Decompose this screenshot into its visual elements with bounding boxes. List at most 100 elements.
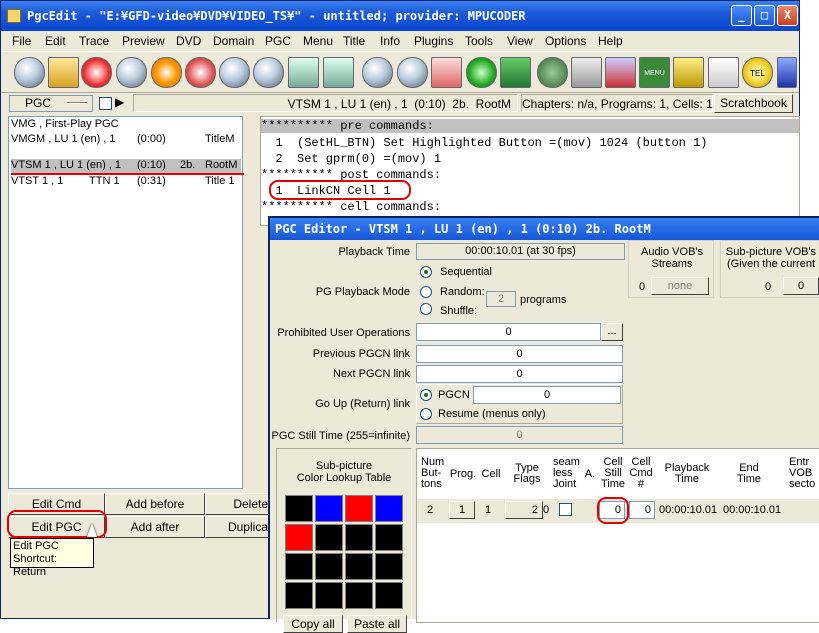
menu-domain[interactable]: Domain xyxy=(213,34,254,48)
color-swatch[interactable] xyxy=(375,553,403,580)
menu-menu[interactable]: Menu xyxy=(303,34,333,48)
command-line[interactable]: 1 (SetHL_BTN) Set Highlighted Button =(m… xyxy=(261,136,707,150)
no-menu-icon[interactable] xyxy=(605,57,636,88)
menu-trace[interactable]: Trace xyxy=(79,34,109,48)
id-disc-icon[interactable] xyxy=(397,57,428,88)
reload-icon[interactable] xyxy=(81,57,112,88)
extra-icon[interactable] xyxy=(777,57,797,88)
pgcn-field[interactable]: 0 xyxy=(473,386,621,404)
color-swatch[interactable] xyxy=(285,582,313,609)
home-icon[interactable] xyxy=(151,57,182,88)
list-item[interactable]: VTST 1 , 1 TTN 1 (0:31) Title 1 xyxy=(11,175,241,187)
maximize-button[interactable]: □ xyxy=(754,5,775,26)
search-icon[interactable] xyxy=(185,57,216,88)
duplicate-button[interactable]: Duplica xyxy=(205,516,269,538)
globe-icon[interactable] xyxy=(466,57,497,88)
id-search-icon[interactable] xyxy=(708,57,739,88)
color-lookup-table[interactable] xyxy=(285,495,405,611)
programs-value[interactable]: 2 xyxy=(486,291,516,307)
menu-view[interactable]: View xyxy=(507,34,533,48)
color-swatch[interactable] xyxy=(375,582,403,609)
list-item-selected[interactable]: VTSM 1 , LU 1 (en) , 1 (0:10) 2b. RootM xyxy=(11,159,241,173)
check-disc-icon[interactable] xyxy=(362,57,393,88)
menu-help[interactable]: Help xyxy=(598,34,623,48)
title-bar[interactable]: PgcEdit - "E:¥GFD-video¥DVD¥VIDEO_TS¥" -… xyxy=(1,1,799,31)
menu-plugins[interactable]: Plugins xyxy=(414,34,453,48)
play-arrow-icon[interactable]: ▶ xyxy=(115,95,124,109)
new-disc-icon[interactable] xyxy=(116,57,147,88)
subpic-streams-button[interactable]: 0 xyxy=(783,277,819,295)
audio-streams-button[interactable]: none xyxy=(651,277,709,295)
paste-all-button[interactable]: Paste all xyxy=(347,615,407,633)
cell-header: Cell xyxy=(481,468,501,480)
color-swatch[interactable] xyxy=(375,524,403,551)
color-swatch[interactable] xyxy=(345,495,373,522)
menu-options[interactable]: Options xyxy=(545,34,586,48)
add-before-button[interactable]: Add before xyxy=(105,493,205,515)
cell-cmd-field[interactable]: 0 xyxy=(629,501,655,519)
list-icon[interactable] xyxy=(571,57,602,88)
list-item[interactable]: VMG , First-Play PGC xyxy=(11,118,241,130)
prohibited-label: Prohibited User Operations xyxy=(277,327,410,339)
window-title: PgcEdit - "E:¥GFD-video¥DVD¥VIDEO_TS¥" -… xyxy=(27,9,526,23)
disc-remove-icon[interactable] xyxy=(253,57,284,88)
color-swatch[interactable] xyxy=(285,553,313,580)
film-reel-icon[interactable] xyxy=(537,57,568,88)
previous-pgcn-field[interactable]: 0 xyxy=(416,345,623,363)
random-radio[interactable] xyxy=(420,286,432,298)
color-swatch[interactable] xyxy=(285,524,313,551)
open-folder-icon[interactable] xyxy=(48,57,79,88)
menu-edit[interactable]: Edit xyxy=(45,34,66,48)
type-flags-button[interactable]: 2 xyxy=(505,501,543,519)
resume-radio[interactable] xyxy=(420,408,432,420)
menu-preview[interactable]: Preview xyxy=(122,34,165,48)
pgc-list[interactable]: VMG , First-Play PGC VMGM , LU 1 (en) , … xyxy=(8,116,244,489)
close-button[interactable]: X xyxy=(777,5,798,26)
menu-dvd[interactable]: DVD xyxy=(176,34,201,48)
menu-pgc[interactable]: PGC xyxy=(265,34,291,48)
add-after-button[interactable]: Add after xyxy=(105,516,205,538)
color-swatch[interactable] xyxy=(345,582,373,609)
chain-link-icon[interactable] xyxy=(673,57,704,88)
color-swatch[interactable] xyxy=(345,553,373,580)
pgc-checkbox[interactable] xyxy=(99,97,112,110)
delete-button[interactable]: Delete xyxy=(205,493,269,515)
color-swatch[interactable] xyxy=(315,553,343,580)
disc-tools-icon[interactable] xyxy=(219,57,250,88)
open-dvd-icon[interactable] xyxy=(14,57,45,88)
seamless-checkbox[interactable] xyxy=(559,503,572,516)
scratchbook-button[interactable]: Scratchbook xyxy=(714,94,793,113)
telephone-icon[interactable]: TEL xyxy=(742,57,773,88)
next-pgcn-field[interactable]: 0 xyxy=(416,365,623,383)
editor-title-bar[interactable]: PGC Editor - VTSM 1 , LU 1 (en) , 1 (0:1… xyxy=(270,218,819,240)
shuffle-radio[interactable] xyxy=(420,303,432,315)
color-swatch[interactable] xyxy=(375,495,403,522)
list-item[interactable]: VMGM , LU 1 (en) , 1 (0:00) TitleM xyxy=(11,133,241,145)
menu-icon[interactable]: MENU xyxy=(639,57,670,88)
edit-file-icon[interactable] xyxy=(288,57,319,88)
commands-pane[interactable]: ********** pre commands: 1 (SetHL_BTN) S… xyxy=(260,116,800,226)
menu-title[interactable]: Title xyxy=(343,34,365,48)
prohibited-dots-button[interactable]: ... xyxy=(601,323,623,341)
menu-tools[interactable]: Tools xyxy=(465,34,493,48)
prog-header: Prog. xyxy=(449,468,477,480)
color-swatch[interactable] xyxy=(315,582,343,609)
pgc-editor-window: PGC Editor - VTSM 1 , LU 1 (en) , 1 (0:1… xyxy=(268,216,819,633)
export-file-icon[interactable] xyxy=(323,57,354,88)
prog-cell-button[interactable]: 1 xyxy=(449,501,475,519)
sequential-radio[interactable] xyxy=(420,266,432,278)
copy-all-button[interactable]: Copy all xyxy=(283,615,343,633)
color-swatch[interactable] xyxy=(315,524,343,551)
prohibited-field[interactable]: 0 xyxy=(416,323,601,341)
command-line[interactable]: 2 Set gprm(0) =(mov) 1 xyxy=(261,152,441,166)
copy-icon[interactable] xyxy=(431,57,462,88)
cells-table[interactable]: Num But- tons Prog. Cell Type Flags seam… xyxy=(416,448,819,623)
pgcn-radio[interactable] xyxy=(420,389,432,401)
menu-file[interactable]: File xyxy=(12,34,31,48)
color-swatch[interactable] xyxy=(315,495,343,522)
color-swatch[interactable] xyxy=(285,495,313,522)
menu-info[interactable]: Info xyxy=(380,34,400,48)
minimize-button[interactable]: _ xyxy=(731,5,752,26)
play-icon[interactable] xyxy=(500,57,531,88)
color-swatch[interactable] xyxy=(345,524,373,551)
